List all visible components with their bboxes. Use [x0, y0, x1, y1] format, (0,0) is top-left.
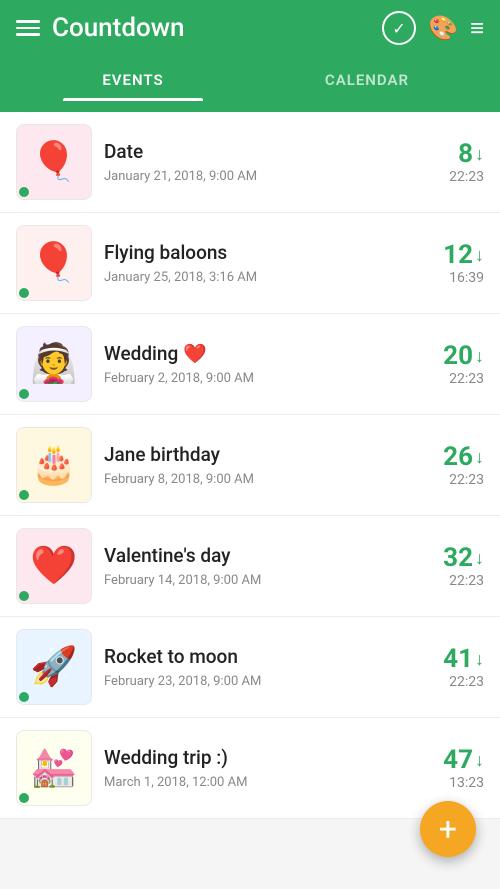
event-info-wedding: Wedding ❤️ February 2, 2018, 9:00 AM	[92, 342, 424, 386]
event-info-valentines-day: Valentine's day February 14, 2018, 9:00 …	[92, 544, 424, 588]
hamburger-menu[interactable]	[16, 20, 40, 36]
event-date-jane-birthday: February 8, 2018, 9:00 AM	[104, 472, 412, 487]
add-event-button[interactable]: +	[420, 801, 476, 857]
event-name-wedding-trip: Wedding trip :)	[104, 746, 412, 769]
tab-events[interactable]: EVENTS	[16, 59, 250, 101]
countdown-time-rocket-to-moon: 22:23	[424, 674, 484, 690]
event-item-date[interactable]: 🎈 Date January 21, 2018, 9:00 AM 8↓ 22:2…	[0, 112, 500, 213]
countdown-days-wedding-trip: 47↓	[424, 745, 484, 775]
event-countdown-date: 8↓ 22:23	[424, 139, 484, 185]
event-name-rocket-to-moon: Rocket to moon	[104, 645, 412, 668]
countdown-time-valentines-day: 22:23	[424, 573, 484, 589]
sort-icon[interactable]: ≡	[470, 14, 484, 43]
event-item-jane-birthday[interactable]: 🎂 Jane birthday February 8, 2018, 9:00 A…	[0, 415, 500, 516]
event-item-wedding-trip[interactable]: 💒 Wedding trip :) March 1, 2018, 12:00 A…	[0, 718, 500, 819]
countdown-time-date: 22:23	[424, 169, 484, 185]
countdown-days-valentines-day: 32↓	[424, 543, 484, 573]
event-countdown-rocket-to-moon: 41↓ 22:23	[424, 644, 484, 690]
event-info-flying-baloons: Flying baloons January 25, 2018, 3:16 AM	[92, 241, 424, 285]
event-thumb-rocket-to-moon: 🚀	[16, 629, 92, 705]
event-countdown-jane-birthday: 26↓ 22:23	[424, 442, 484, 488]
countdown-time-jane-birthday: 22:23	[424, 472, 484, 488]
countdown-days-rocket-to-moon: 41↓	[424, 644, 484, 674]
countdown-days-jane-birthday: 26↓	[424, 442, 484, 472]
event-name-valentines-day: Valentine's day	[104, 544, 412, 567]
tab-bar: EVENTS CALENDAR	[16, 59, 484, 101]
event-thumb-jane-birthday: 🎂	[16, 427, 92, 503]
event-item-wedding[interactable]: 👰 Wedding ❤️ February 2, 2018, 9:00 AM 2…	[0, 314, 500, 415]
countdown-days-wedding: 20↓	[424, 341, 484, 371]
countdown-days-date: 8↓	[424, 139, 484, 169]
event-name-jane-birthday: Jane birthday	[104, 443, 412, 466]
event-info-jane-birthday: Jane birthday February 8, 2018, 9:00 AM	[92, 443, 424, 487]
app-title: Countdown	[52, 13, 370, 43]
countdown-time-flying-baloons: 16:39	[424, 270, 484, 286]
event-item-valentines-day[interactable]: ❤️ Valentine's day February 14, 2018, 9:…	[0, 516, 500, 617]
countdown-time-wedding-trip: 13:23	[424, 775, 484, 791]
event-thumb-wedding: 👰	[16, 326, 92, 402]
event-date-date: January 21, 2018, 9:00 AM	[104, 169, 412, 184]
event-countdown-wedding: 20↓ 22:23	[424, 341, 484, 387]
event-thumb-flying-baloons: 🎈	[16, 225, 92, 301]
event-countdown-flying-baloons: 12↓ 16:39	[424, 240, 484, 286]
event-info-date: Date January 21, 2018, 9:00 AM	[92, 140, 424, 184]
checkmark-icon[interactable]: ✓	[382, 11, 416, 45]
event-item-flying-baloons[interactable]: 🎈 Flying baloons January 25, 2018, 3:16 …	[0, 213, 500, 314]
event-thumb-valentines-day: ❤️	[16, 528, 92, 604]
event-item-rocket-to-moon[interactable]: 🚀 Rocket to moon February 23, 2018, 9:00…	[0, 617, 500, 718]
event-countdown-wedding-trip: 47↓ 13:23	[424, 745, 484, 791]
event-date-flying-baloons: January 25, 2018, 3:16 AM	[104, 270, 412, 285]
event-name-date: Date	[104, 140, 412, 163]
header: Countdown ✓ 🎨 ≡ EVENTS CALENDAR	[0, 0, 500, 112]
event-thumb-date: 🎈	[16, 124, 92, 200]
palette-icon[interactable]: 🎨	[428, 14, 458, 42]
event-list: 🎈 Date January 21, 2018, 9:00 AM 8↓ 22:2…	[0, 112, 500, 819]
event-name-flying-baloons: Flying baloons	[104, 241, 412, 264]
tab-calendar[interactable]: CALENDAR	[250, 59, 484, 101]
countdown-days-flying-baloons: 12↓	[424, 240, 484, 270]
countdown-time-wedding: 22:23	[424, 371, 484, 387]
event-info-wedding-trip: Wedding trip :) March 1, 2018, 12:00 AM	[92, 746, 424, 790]
event-name-wedding: Wedding ❤️	[104, 342, 412, 365]
event-date-wedding-trip: March 1, 2018, 12:00 AM	[104, 775, 412, 790]
event-thumb-wedding-trip: 💒	[16, 730, 92, 806]
event-info-rocket-to-moon: Rocket to moon February 23, 2018, 9:00 A…	[92, 645, 424, 689]
event-date-wedding: February 2, 2018, 9:00 AM	[104, 371, 412, 386]
event-date-valentines-day: February 14, 2018, 9:00 AM	[104, 573, 412, 588]
event-date-rocket-to-moon: February 23, 2018, 9:00 AM	[104, 674, 412, 689]
event-countdown-valentines-day: 32↓ 22:23	[424, 543, 484, 589]
